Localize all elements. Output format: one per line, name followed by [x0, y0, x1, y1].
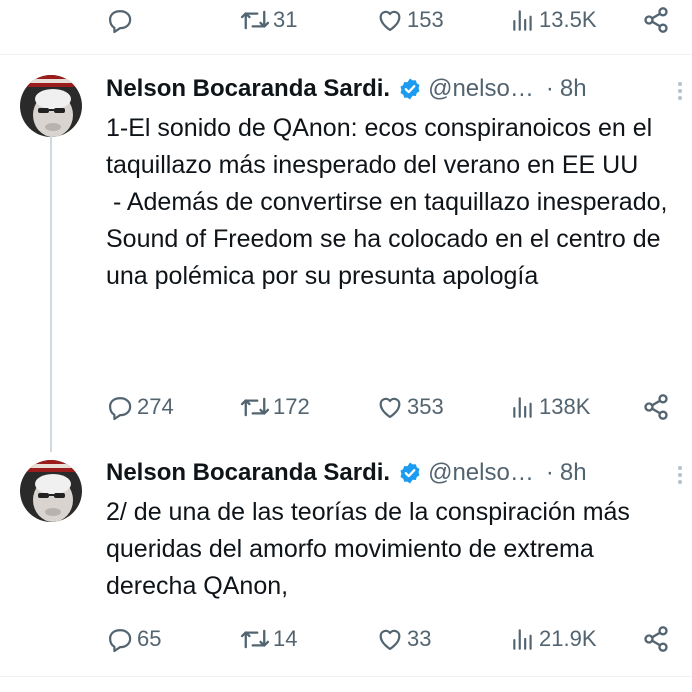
share-button[interactable] — [642, 0, 670, 40]
heart-icon — [379, 629, 401, 651]
avatar[interactable] — [20, 75, 82, 137]
views-button[interactable]: 138K — [510, 387, 590, 427]
views-icon — [513, 10, 532, 31]
more-icon — [678, 466, 682, 484]
tweet-header: Nelson Bocaranda Sardi. @nelso… · 8h — [106, 72, 587, 106]
like-button[interactable]: 353 — [376, 387, 444, 427]
reply-count: 65 — [137, 626, 162, 651]
views-count: 138K — [539, 394, 591, 419]
reply-button[interactable]: 65 — [106, 619, 161, 659]
verified-badge-icon[interactable] — [398, 77, 422, 101]
reply-icon — [108, 10, 132, 34]
separator-dot: · — [545, 75, 554, 102]
tweet-paragraph: 2/ de una de las teorías de la conspirac… — [106, 498, 630, 600]
like-button[interactable]: 33 — [376, 619, 431, 659]
views-count: 13.5K — [539, 7, 597, 32]
share-icon — [644, 394, 668, 420]
reply-button[interactable]: 274 — [106, 387, 174, 427]
more-options-button[interactable] — [676, 464, 684, 491]
tweet-timestamp[interactable]: 8h — [560, 459, 587, 487]
tweet-timestamp[interactable]: 8h — [560, 75, 587, 103]
tweet-divider — [0, 676, 692, 677]
like-count: 153 — [407, 7, 444, 32]
avatar-image — [20, 460, 82, 522]
author-handle[interactable]: @nelso… — [428, 75, 534, 103]
share-button[interactable] — [642, 619, 670, 659]
reply-count: 274 — [137, 394, 174, 419]
tweet-text: 1-El sonido de QAnon: ecos conspiranoico… — [106, 110, 686, 295]
views-icon — [513, 629, 532, 650]
author-name[interactable]: Nelson Bocaranda Sardi. — [106, 459, 390, 487]
tweet-paragraph: - Además de convertirse en taquillazo in… — [106, 188, 675, 290]
verified-badge-icon[interactable] — [398, 461, 422, 485]
retweet-count: 172 — [273, 394, 310, 419]
retweet-button[interactable]: 14 — [240, 619, 297, 659]
share-icon — [644, 7, 668, 33]
views-button[interactable]: 21.9K — [510, 619, 597, 659]
more-options-button[interactable] — [676, 80, 684, 107]
retweet-icon — [240, 10, 270, 30]
share-button[interactable] — [642, 387, 670, 427]
more-icon — [678, 82, 682, 100]
retweet-icon — [240, 397, 270, 417]
author-name[interactable]: Nelson Bocaranda Sardi. — [106, 75, 390, 103]
share-icon — [644, 626, 668, 652]
views-button[interactable]: 13.5K — [510, 0, 597, 40]
tweet-header: Nelson Bocaranda Sardi. @nelso… · 8h — [106, 456, 587, 490]
views-icon — [513, 397, 532, 418]
heart-icon — [379, 397, 401, 419]
reply-icon — [108, 397, 132, 421]
tweet-divider — [0, 54, 692, 55]
tweet-action-bar: 31 153 13.5K — [0, 0, 692, 40]
retweet-button[interactable]: 172 — [240, 387, 310, 427]
avatar[interactable] — [20, 460, 82, 522]
like-count: 353 — [407, 394, 444, 419]
retweet-count: 31 — [273, 7, 298, 32]
retweet-count: 14 — [273, 626, 298, 651]
heart-icon — [379, 10, 401, 32]
views-count: 21.9K — [539, 626, 597, 651]
tweet-text: 2/ de una de las teorías de la conspirac… — [106, 494, 686, 605]
tweet-action-bar: 274 172 353 138K — [0, 387, 692, 427]
like-button[interactable]: 153 — [376, 0, 444, 40]
tweet-action-bar: 65 14 33 21.9K — [0, 619, 692, 659]
tweet-paragraph: 1-El sonido de QAnon: ecos conspiranoico… — [106, 114, 653, 179]
retweet-button[interactable]: 31 — [240, 0, 297, 40]
retweet-icon — [240, 629, 270, 649]
separator-dot: · — [545, 459, 554, 486]
reply-icon — [108, 629, 132, 653]
author-handle[interactable]: @nelso… — [428, 459, 534, 487]
like-count: 33 — [407, 626, 432, 651]
avatar-image — [20, 75, 82, 137]
reply-button[interactable] — [106, 0, 134, 40]
